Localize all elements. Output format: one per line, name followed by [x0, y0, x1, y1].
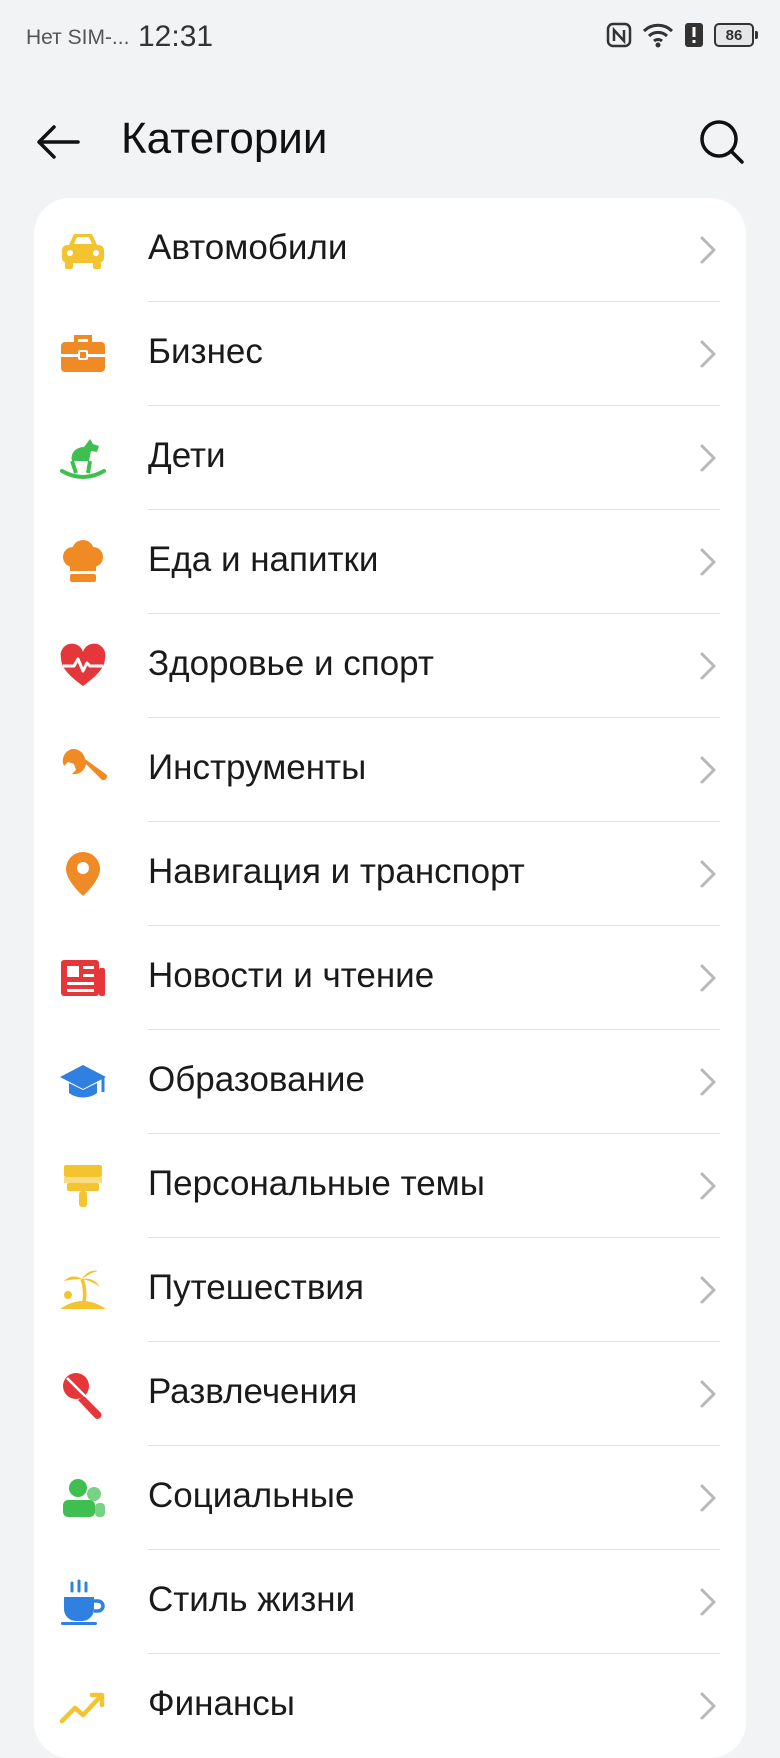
category-label: Персональные темы [148, 1164, 485, 1203]
chevron-right-icon [698, 338, 718, 370]
trend-chart-icon [58, 1681, 108, 1731]
chevron-right-icon [698, 650, 718, 682]
carrier-text: Нет SIM-... [26, 26, 130, 49]
briefcase-icon [58, 329, 108, 379]
newspaper-icon [58, 953, 108, 1003]
category-label: Путешествия [148, 1268, 364, 1307]
category-row-graduation-cap[interactable]: Образование [34, 1030, 746, 1134]
chevron-right-icon [698, 1274, 718, 1306]
chevron-right-icon [698, 962, 718, 994]
category-label: Развлечения [148, 1372, 358, 1411]
chevron-right-icon [698, 858, 718, 890]
heart-pulse-icon [58, 641, 108, 691]
palm-island-icon [58, 1265, 108, 1315]
category-row-microphone[interactable]: Развлечения [34, 1342, 746, 1446]
chevron-right-icon [698, 1066, 718, 1098]
search-button[interactable] [692, 112, 752, 172]
graduation-cap-icon [58, 1057, 108, 1107]
battery-indicator: 86 [714, 23, 758, 47]
people-icon [58, 1473, 108, 1523]
microphone-icon [58, 1369, 108, 1419]
car-icon [58, 225, 108, 275]
chevron-right-icon [698, 234, 718, 266]
chevron-right-icon [698, 1378, 718, 1410]
category-label: Инструменты [148, 748, 367, 787]
category-row-palm-island[interactable]: Путешествия [34, 1238, 746, 1342]
chevron-right-icon [698, 754, 718, 786]
category-label: Стиль жизни [148, 1580, 356, 1619]
category-label: Бизнес [148, 332, 263, 371]
category-label: Еда и напитки [148, 540, 379, 579]
chevron-right-icon [698, 1482, 718, 1514]
status-bar: Нет SIM-... 12:31 86 [0, 0, 780, 78]
category-label: Навигация и транспорт [148, 852, 525, 891]
paint-brush-icon [58, 1161, 108, 1211]
category-label: Новости и чтение [148, 956, 435, 995]
category-label: Автомобили [148, 228, 348, 267]
chevron-right-icon [698, 1586, 718, 1618]
chevron-right-icon [698, 546, 718, 578]
arrow-left-icon [37, 125, 80, 159]
category-row-car[interactable]: Автомобили [34, 198, 746, 302]
status-icons: 86 [606, 22, 758, 48]
category-row-heart-pulse[interactable]: Здоровье и спорт [34, 614, 746, 718]
category-label: Социальные [148, 1476, 355, 1515]
category-row-trend-chart[interactable]: Финансы [34, 1654, 746, 1758]
chevron-right-icon [698, 1690, 718, 1722]
category-label: Дети [148, 436, 226, 475]
category-row-newspaper[interactable]: Новости и чтение [34, 926, 746, 1030]
category-label: Здоровье и спорт [148, 644, 434, 683]
category-label: Финансы [148, 1684, 295, 1723]
category-row-map-pin[interactable]: Навигация и транспорт [34, 822, 746, 926]
page-title: Категории [121, 114, 328, 163]
coffee-cup-icon [58, 1577, 108, 1627]
categories-list: Автомобили Бизнес Дети Еда и напитки Здоровь… [34, 198, 746, 1758]
wrench-icon [58, 745, 108, 795]
category-row-briefcase[interactable]: Бизнес [34, 302, 746, 406]
category-row-people[interactable]: Социальные [34, 1446, 746, 1550]
category-row-paint-brush[interactable]: Персональные темы [34, 1134, 746, 1238]
chevron-right-icon [698, 442, 718, 474]
app-header: Категории [0, 96, 780, 186]
category-row-coffee-cup[interactable]: Стиль жизни [34, 1550, 746, 1654]
map-pin-icon [58, 849, 108, 899]
back-button[interactable] [30, 112, 90, 172]
rocking-horse-icon [58, 433, 108, 483]
category-row-rocking-horse[interactable]: Дети [34, 406, 746, 510]
search-icon [700, 120, 744, 164]
chevron-right-icon [698, 1170, 718, 1202]
alert-icon [684, 22, 704, 48]
wifi-icon [642, 22, 674, 48]
category-label: Образование [148, 1060, 365, 1099]
nfc-icon [606, 22, 632, 48]
category-row-chef-hat[interactable]: Еда и напитки [34, 510, 746, 614]
chef-hat-icon [58, 537, 108, 587]
category-row-wrench[interactable]: Инструменты [34, 718, 746, 822]
clock: 12:31 [138, 20, 214, 53]
